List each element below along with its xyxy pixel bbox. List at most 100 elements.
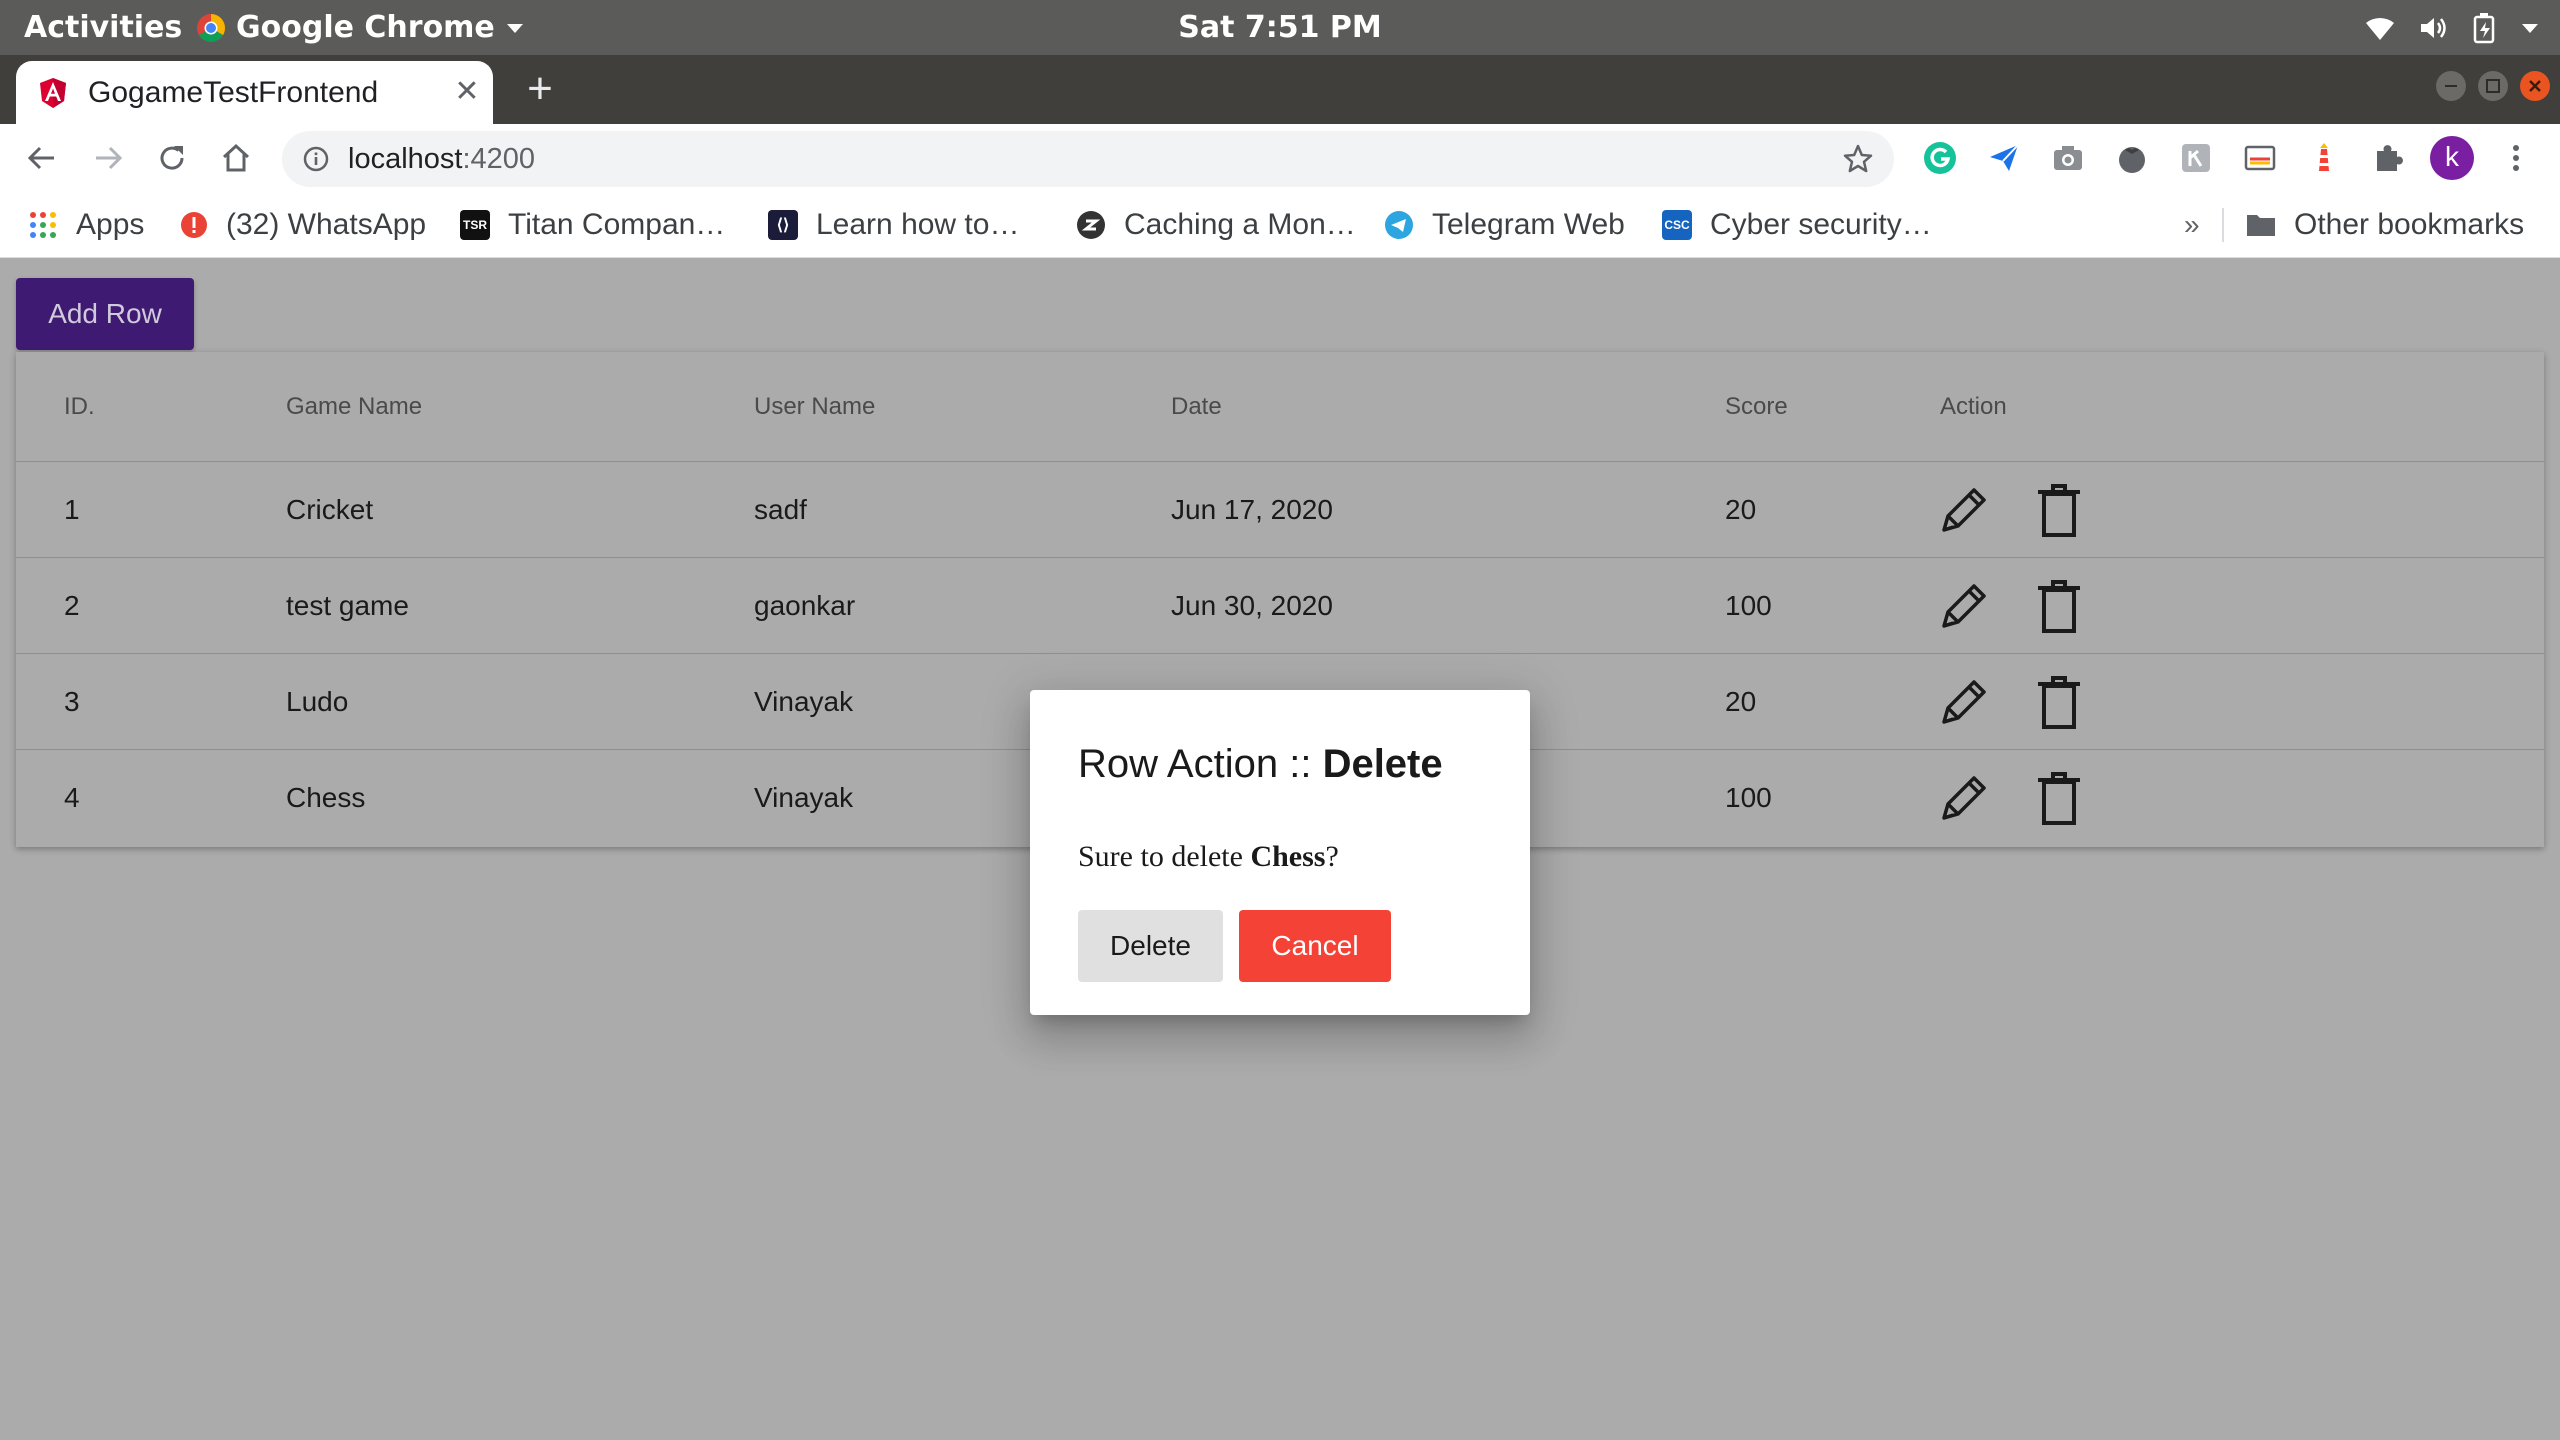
- cast-extension[interactable]: [2242, 140, 2278, 176]
- bookmark-label: (32) WhatsApp: [226, 208, 427, 241]
- cancel-button[interactable]: Cancel: [1239, 910, 1391, 982]
- folder-icon: [2247, 215, 2275, 236]
- maximize-button[interactable]: [2478, 71, 2508, 101]
- cell-game-name: test game: [286, 590, 409, 621]
- clock[interactable]: Sat 7:51 PM: [0, 0, 2560, 55]
- address-bar[interactable]: localhost:4200: [282, 131, 1894, 187]
- back-arrow-icon: [27, 146, 54, 170]
- trash-icon: [2038, 580, 2080, 633]
- system-tray[interactable]: [2364, 0, 2540, 55]
- cast-icon: [2244, 145, 2276, 171]
- edit-button[interactable]: [1934, 672, 1994, 732]
- system-top-bar: Activities Google Chrome Sat 7:51 PM: [0, 0, 2560, 55]
- cell-score: 20: [1725, 494, 1757, 525]
- apps-grid-icon: [30, 212, 56, 238]
- battery-icon: [2473, 12, 2495, 43]
- edit-button[interactable]: [1934, 768, 1994, 828]
- grammarly-extension[interactable]: [1922, 140, 1958, 176]
- table-row: 1 Cricket sadf Jun 17, 2020 20: [16, 462, 2544, 558]
- bookmark-cyber[interactable]: CSC Cyber security…: [1662, 192, 1932, 258]
- bookmark-titan[interactable]: TSR Titan Compan…: [460, 192, 725, 258]
- pencil-icon: [1942, 776, 1986, 820]
- bookmark-telegram[interactable]: Telegram Web: [1384, 192, 1625, 258]
- forward-arrow-icon: [96, 146, 123, 170]
- generic-extension[interactable]: [2178, 140, 2214, 176]
- edit-button[interactable]: [1934, 480, 1994, 540]
- dialog-message-suffix: ?: [1325, 840, 1339, 873]
- extensions-menu[interactable]: [2370, 140, 2406, 176]
- pencil-icon: [1942, 584, 1986, 628]
- dialog-title: Row Action :: Delete: [1078, 742, 1443, 787]
- column-header-date[interactable]: Date: [1171, 352, 1222, 462]
- forward-button[interactable]: [86, 136, 130, 180]
- table-row: 2 test game gaonkar Jun 30, 2020 100: [16, 558, 2544, 654]
- pencil-icon: [1942, 488, 1986, 532]
- bookmark-label: Other bookmarks: [2294, 208, 2525, 241]
- column-header-game-name[interactable]: Game Name: [286, 352, 422, 462]
- home-button[interactable]: [214, 136, 258, 180]
- add-row-button[interactable]: Add Row: [16, 278, 194, 350]
- tomato-icon: [2119, 147, 2145, 173]
- bookmark-label: Caching a Mon…: [1124, 208, 1356, 241]
- column-header-user-name[interactable]: User Name: [754, 352, 875, 462]
- bookmark-star-icon[interactable]: [1842, 143, 1874, 175]
- edit-button[interactable]: [1934, 576, 1994, 636]
- cell-user-name: gaonkar: [754, 590, 856, 621]
- lighthouse-icon: [2319, 143, 2329, 171]
- bookmark-caching[interactable]: Caching a Mon…: [1076, 192, 1356, 258]
- bookmarks-bar: Apps (32) WhatsApp TSR Titan Compan… ⟨⟩ …: [0, 192, 2560, 258]
- confirm-delete-button[interactable]: Delete: [1078, 910, 1223, 982]
- cell-user-name: Vinayak: [754, 782, 854, 813]
- bookmark-learn[interactable]: ⟨⟩ Learn how to…: [768, 192, 1019, 258]
- close-icon: [2529, 80, 2541, 92]
- delete-row-button[interactable]: [2028, 576, 2088, 636]
- url-port: :4200: [462, 143, 536, 175]
- url-host: localhost: [348, 143, 463, 175]
- puzzle-icon: [2377, 145, 2403, 171]
- delete-row-button[interactable]: [2028, 768, 2088, 828]
- column-header-score[interactable]: Score: [1725, 352, 1788, 462]
- send-extension[interactable]: [1986, 140, 2022, 176]
- bookmark-apps[interactable]: Apps: [28, 192, 144, 258]
- dialog-title-prefix: Row Action ::: [1078, 742, 1323, 786]
- trash-icon: [2038, 676, 2080, 729]
- browser-toolbar: localhost:4200 k: [0, 124, 2560, 192]
- other-bookmarks[interactable]: Other bookmarks: [2246, 192, 2524, 258]
- chrome-menu-button[interactable]: [2498, 140, 2534, 176]
- cell-id: 3: [64, 686, 80, 717]
- trash-icon: [2038, 772, 2080, 825]
- delete-row-button[interactable]: [2028, 672, 2088, 732]
- cell-score: 100: [1725, 590, 1772, 621]
- new-tab-button[interactable]: +: [520, 67, 560, 111]
- bookmark-label: Titan Compan…: [508, 208, 726, 241]
- telegram-icon: [1385, 211, 1413, 239]
- cell-score: 100: [1725, 782, 1772, 813]
- cell-game-name: Chess: [286, 782, 366, 813]
- cell-user-name: sadf: [754, 494, 807, 525]
- avatar: k: [2430, 136, 2474, 180]
- url-text[interactable]: localhost:4200: [348, 131, 535, 187]
- tab-active[interactable]: GogameTestFrontend ✕: [16, 61, 493, 124]
- profile-avatar[interactable]: k: [2430, 136, 2474, 180]
- tab-title: GogameTestFrontend: [88, 76, 379, 109]
- column-header-id[interactable]: ID.: [64, 352, 95, 462]
- close-window-button[interactable]: [2520, 71, 2550, 101]
- lighthouse-extension[interactable]: [2306, 140, 2342, 176]
- camera-extension[interactable]: [2050, 140, 2086, 176]
- bookmark-label: Telegram Web: [1432, 208, 1625, 241]
- bookmark-whatsapp[interactable]: (32) WhatsApp: [180, 192, 426, 258]
- cell-id: 2: [64, 590, 80, 621]
- pencil-icon: [1942, 680, 1986, 724]
- caching-icon: [1077, 211, 1105, 239]
- tab-close-icon[interactable]: ✕: [452, 77, 482, 107]
- delete-row-button[interactable]: [2028, 480, 2088, 540]
- bookmarks-overflow-button[interactable]: »: [2184, 192, 2200, 258]
- reload-button[interactable]: [150, 136, 194, 180]
- back-button[interactable]: [20, 136, 64, 180]
- ext-icon: [2182, 144, 2210, 172]
- tab-strip: GogameTestFrontend ✕ +: [0, 55, 2560, 124]
- cell-id: 1: [64, 494, 80, 525]
- tomato-extension[interactable]: [2114, 140, 2150, 176]
- bookmarks-divider: [2222, 208, 2224, 242]
- minimize-button[interactable]: [2436, 71, 2466, 101]
